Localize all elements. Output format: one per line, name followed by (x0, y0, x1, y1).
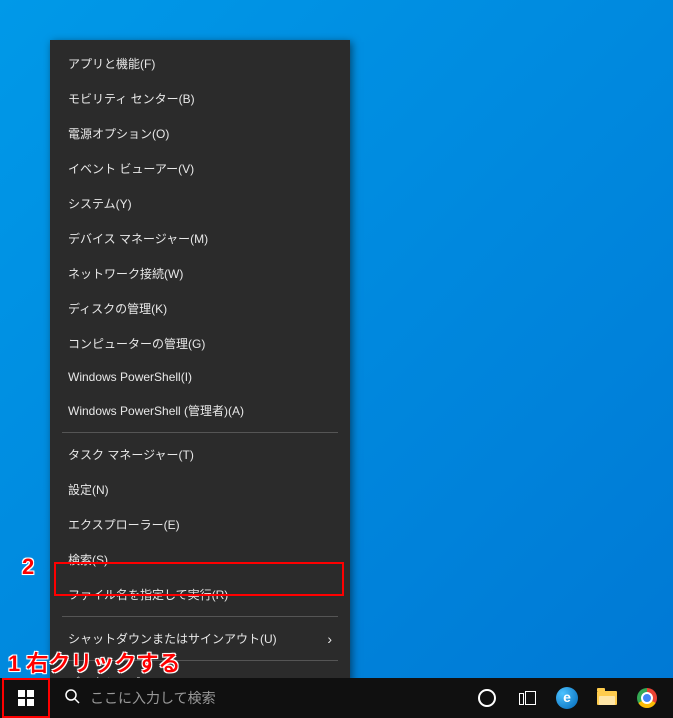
start-button[interactable] (2, 678, 50, 718)
taskbar: ここに入力して検索 (0, 678, 673, 718)
menu-label: デバイス マネージャー(M) (68, 230, 208, 247)
menu-label: 設定(N) (68, 481, 109, 498)
annotation-highlight-run (54, 562, 344, 596)
cortana-icon (478, 689, 496, 707)
windows-logo-icon (18, 690, 34, 706)
menu-divider (62, 616, 338, 617)
menu-computer-management[interactable]: コンピューターの管理(G) (50, 326, 350, 361)
menu-label: モビリティ センター(B) (68, 90, 195, 107)
chevron-right-icon: › (327, 631, 332, 647)
menu-label: コンピューターの管理(G) (68, 335, 205, 352)
annotation-number-2: 2 (22, 554, 34, 580)
explorer-button[interactable] (587, 678, 627, 718)
menu-event-viewer[interactable]: イベント ビューアー(V) (50, 151, 350, 186)
taskbar-tray (467, 678, 673, 718)
menu-powershell-admin[interactable]: Windows PowerShell (管理者)(A) (50, 393, 350, 428)
taskbar-search[interactable]: ここに入力して検索 (52, 678, 382, 718)
menu-label: システム(Y) (68, 195, 132, 212)
search-placeholder: ここに入力して検索 (90, 688, 216, 708)
edge-button[interactable] (547, 678, 587, 718)
menu-system[interactable]: システム(Y) (50, 186, 350, 221)
menu-label: イベント ビューアー(V) (68, 160, 194, 177)
menu-apps-features[interactable]: アプリと機能(F) (50, 46, 350, 81)
edge-icon (556, 687, 578, 709)
menu-label: Windows PowerShell (管理者)(A) (68, 402, 244, 419)
menu-label: Windows PowerShell(I) (68, 370, 192, 384)
annotation-text-1: 1 右クリックする (8, 646, 180, 678)
menu-disk-management[interactable]: ディスクの管理(K) (50, 291, 350, 326)
menu-label: タスク マネージャー(T) (68, 446, 194, 463)
task-view-icon (519, 691, 536, 705)
menu-label: エクスプローラー(E) (68, 516, 180, 533)
search-icon (64, 688, 80, 709)
menu-power-options[interactable]: 電源オプション(O) (50, 116, 350, 151)
menu-label: アプリと機能(F) (68, 55, 155, 72)
menu-label: ディスクの管理(K) (68, 300, 167, 317)
menu-settings[interactable]: 設定(N) (50, 472, 350, 507)
menu-powershell[interactable]: Windows PowerShell(I) (50, 361, 350, 393)
task-view-button[interactable] (507, 678, 547, 718)
chrome-button[interactable] (627, 678, 667, 718)
menu-mobility-center[interactable]: モビリティ センター(B) (50, 81, 350, 116)
menu-label: シャットダウンまたはサインアウト(U) (68, 630, 277, 647)
menu-device-manager[interactable]: デバイス マネージャー(M) (50, 221, 350, 256)
menu-task-manager[interactable]: タスク マネージャー(T) (50, 437, 350, 472)
winx-context-menu: アプリと機能(F) モビリティ センター(B) 電源オプション(O) イベント … (50, 40, 350, 706)
menu-explorer[interactable]: エクスプローラー(E) (50, 507, 350, 542)
chrome-icon (637, 688, 657, 708)
cortana-button[interactable] (467, 678, 507, 718)
folder-icon (597, 691, 617, 705)
menu-divider (62, 432, 338, 433)
menu-label: 電源オプション(O) (68, 125, 169, 142)
menu-label: ネットワーク接続(W) (68, 265, 183, 282)
menu-network-connections[interactable]: ネットワーク接続(W) (50, 256, 350, 291)
